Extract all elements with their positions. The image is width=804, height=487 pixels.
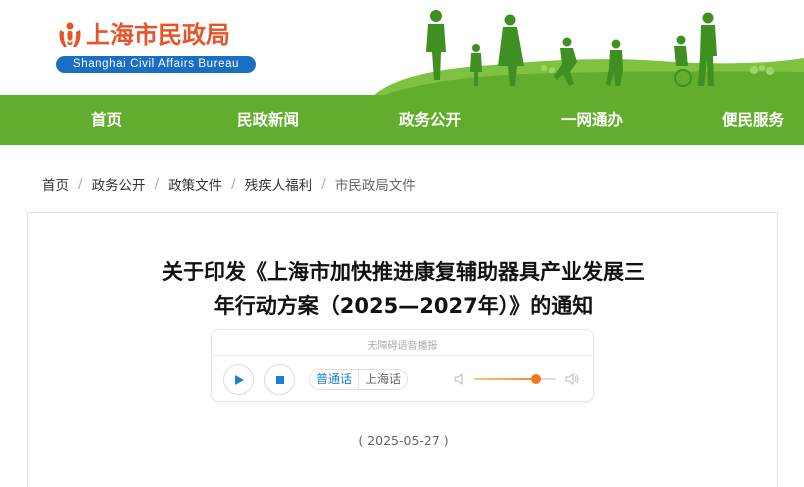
nav-item-online-services[interactable]: 一网通办 bbox=[561, 95, 623, 145]
nav-item-public-services[interactable]: 便民服务 bbox=[722, 95, 784, 145]
audio-player-divider bbox=[212, 355, 593, 356]
breadcrumb-item-policy-documents[interactable]: 政策文件 bbox=[168, 174, 222, 194]
nav-item-government-affairs[interactable]: 政务公开 bbox=[399, 95, 461, 145]
play-icon bbox=[234, 374, 244, 385]
breadcrumb-item-government-affairs[interactable]: 政务公开 bbox=[92, 174, 146, 194]
breadcrumb-separator: / bbox=[78, 176, 83, 192]
breadcrumb-separator: / bbox=[154, 176, 160, 192]
play-button[interactable] bbox=[223, 364, 254, 395]
nav-item-news[interactable]: 民政新闻 bbox=[237, 95, 299, 145]
main-nav: 首页 民政新闻 政务公开 一网通办 便民服务 bbox=[0, 95, 804, 145]
breadcrumb-item-bureau-documents[interactable]: 市民政局文件 bbox=[335, 174, 416, 194]
breadcrumb-item-home[interactable]: 首页 bbox=[42, 174, 69, 194]
article-date: ( 2025-05-27 ) bbox=[358, 433, 449, 448]
site-title: 上海市民政局 bbox=[86, 21, 230, 49]
volume-up-icon[interactable] bbox=[565, 372, 579, 386]
stop-button[interactable] bbox=[264, 364, 295, 395]
lang-mandarin-option[interactable]: 普通话 bbox=[310, 370, 358, 389]
accessibility-audio-player: 无障碍语音播报 普通话 上海话 bbox=[211, 329, 594, 402]
volume-down-icon[interactable] bbox=[453, 372, 467, 386]
audio-player-label: 无障碍语音播报 bbox=[367, 341, 438, 352]
site-logo[interactable]: 上海市民政局 Shanghai Civil Affairs Bureau bbox=[56, 20, 256, 73]
article-title: 关于印发《上海市加快推进康复辅助器具产业发展三 年行动方案（2025—2027年… bbox=[28, 255, 779, 323]
civil-affairs-emblem-icon bbox=[56, 20, 84, 50]
breadcrumb-separator: / bbox=[231, 176, 236, 192]
breadcrumb-separator: / bbox=[321, 176, 326, 192]
stop-icon bbox=[275, 375, 284, 384]
lang-shanghainese-option[interactable]: 上海话 bbox=[358, 370, 407, 389]
article-title-line2: 年行动方案（2025—2027年）》的通知 bbox=[213, 294, 594, 318]
article-container: 关于印发《上海市加快推进康复辅助器具产业发展三 年行动方案（2025—2027年… bbox=[27, 212, 778, 487]
nav-item-home[interactable]: 首页 bbox=[91, 95, 122, 145]
site-header: 上海市民政局 Shanghai Civil Affairs Bureau bbox=[0, 0, 804, 95]
site-title-english: Shanghai Civil Affairs Bureau bbox=[56, 56, 256, 73]
volume-slider-fill bbox=[474, 378, 536, 380]
breadcrumb-item-disability-welfare[interactable]: 残疾人福利 bbox=[245, 174, 313, 194]
volume-slider-handle[interactable] bbox=[530, 374, 541, 384]
breadcrumb: 首页 / 政务公开 / 政策文件 / 残疾人福利 / 市民政局文件 bbox=[42, 174, 416, 194]
language-toggle: 普通话 上海话 bbox=[309, 369, 409, 390]
family-silhouette-illustration bbox=[374, 10, 804, 95]
article-title-line1: 关于印发《上海市加快推进康复辅助器具产业发展三 bbox=[162, 260, 645, 284]
